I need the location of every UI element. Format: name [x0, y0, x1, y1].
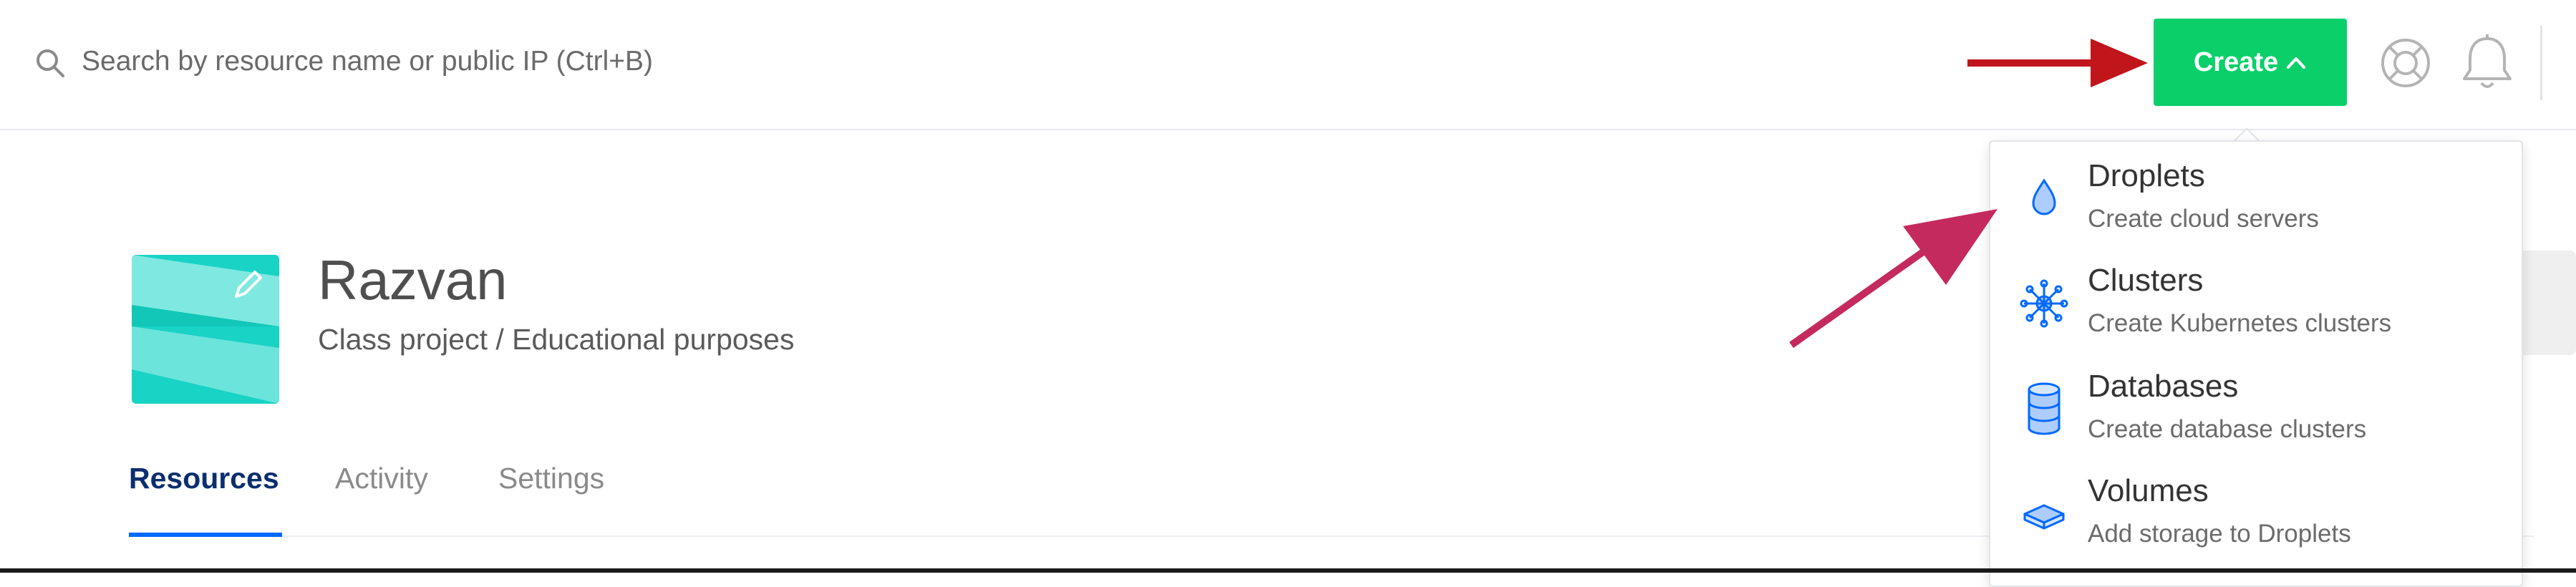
project-description: Class project / Educational purposes: [318, 323, 795, 356]
menu-item-volumes[interactable]: Volumes Add storage to Droplets: [1990, 457, 2522, 557]
project-logo[interactable]: [132, 255, 279, 404]
menu-item-subtitle: Create database clusters: [2088, 415, 2367, 443]
droplet-icon: [2032, 178, 2056, 215]
menu-item-title: Volumes: [2088, 473, 2209, 508]
volume-icon: [2023, 504, 2065, 530]
bottom-border: [0, 568, 2576, 573]
menu-item-title: Droplets: [2088, 158, 2205, 193]
search-input[interactable]: [80, 36, 1085, 87]
menu-item-title: Databases: [2088, 369, 2239, 404]
notifications-bell-icon[interactable]: [2459, 33, 2516, 92]
header-divider: [2540, 26, 2542, 100]
menu-item-title: Clusters: [2088, 263, 2204, 298]
menu-item-droplets[interactable]: Droplets Create cloud servers: [1990, 142, 2522, 242]
project-name: Razvan: [318, 248, 508, 311]
chevron-up-icon: [2287, 57, 2306, 69]
tab-activity[interactable]: Activity: [335, 464, 428, 493]
tab-settings[interactable]: Settings: [498, 464, 604, 493]
help-lifebuoy-icon[interactable]: [2378, 36, 2433, 90]
menu-item-subtitle: Create Kubernetes clusters: [2088, 309, 2392, 337]
create-button-label: Create: [2193, 47, 2279, 77]
active-tab-underline: [129, 533, 282, 537]
menu-item-subtitle: Add storage to Droplets: [2088, 520, 2351, 548]
database-icon: [2028, 382, 2061, 435]
menu-item-databases[interactable]: Databases Create database clusters: [1990, 352, 2522, 452]
create-dropdown-menu: Droplets Create cloud servers Clusters C…: [1989, 140, 2523, 587]
kubernetes-icon: [2020, 279, 2068, 328]
search-icon: [37, 49, 64, 77]
top-header: Create: [0, 0, 2576, 130]
magenta-arrow-icon: [1789, 209, 1998, 349]
create-button[interactable]: Create: [2154, 19, 2347, 106]
tab-resources[interactable]: Resources: [129, 464, 279, 493]
menu-item-subtitle: Create cloud servers: [2088, 205, 2319, 233]
menu-item-clusters[interactable]: Clusters Create Kubernetes clusters: [1990, 246, 2522, 346]
